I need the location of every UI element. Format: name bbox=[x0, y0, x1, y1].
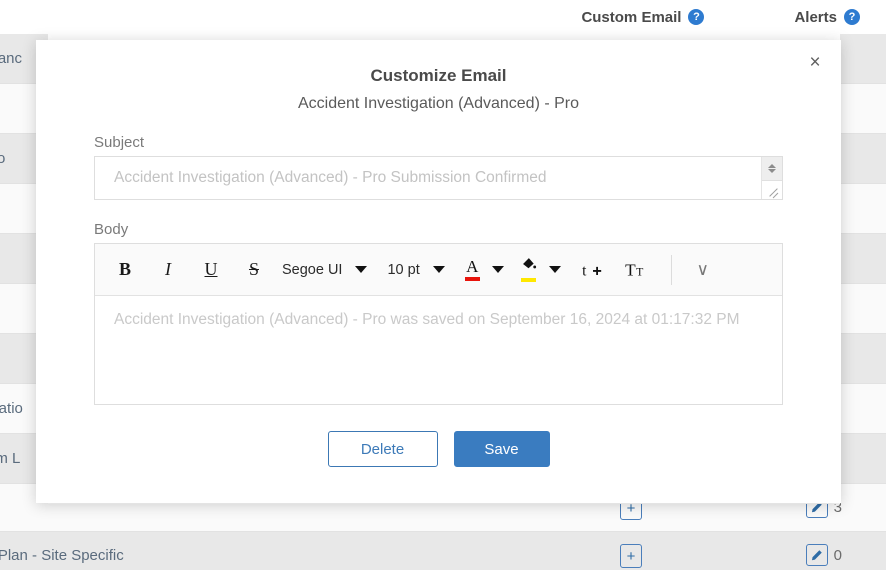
strikethrough-icon[interactable]: S bbox=[239, 253, 269, 287]
body-field-block: Body B I U S Segoe UI 10 pt A t T T ∨ Ac… bbox=[94, 221, 783, 405]
topbar-label-custom-email: Custom Email bbox=[581, 8, 682, 26]
close-icon[interactable]: × bbox=[802, 49, 828, 75]
toolbar-divider bbox=[670, 254, 672, 285]
chevron-down-icon bbox=[548, 266, 561, 273]
save-button[interactable]: Save bbox=[453, 431, 550, 467]
subject-input[interactable] bbox=[95, 157, 782, 199]
svg-text:t: t bbox=[582, 262, 587, 279]
text-color-icon: A bbox=[464, 257, 480, 281]
caret-down-icon bbox=[768, 169, 776, 173]
background-topbar: Custom Email ? Alerts ? bbox=[0, 0, 886, 34]
toolbar-expand-chevron-icon[interactable]: ∨ bbox=[688, 253, 718, 287]
body-editor-content[interactable]: Accident Investigation (Advanced) - Pro … bbox=[95, 296, 782, 404]
table-row-label: ol Plan - Site Specific bbox=[0, 547, 124, 564]
edit-count: 0 bbox=[833, 546, 842, 564]
rich-text-editor: B I U S Segoe UI 10 pt A t T T ∨ Acciden… bbox=[94, 243, 783, 405]
spinner-arrows-icon[interactable] bbox=[762, 157, 782, 181]
subject-input-wrapper bbox=[94, 156, 783, 200]
modal-title: Customize Email bbox=[370, 66, 507, 85]
modal-actions: Delete Save bbox=[36, 431, 841, 467]
underline-icon[interactable]: U bbox=[196, 253, 226, 287]
font-size-value: 10 pt bbox=[387, 261, 420, 278]
chevron-down-icon bbox=[491, 266, 504, 273]
highlight-glyph bbox=[520, 257, 537, 276]
highlight-icon bbox=[520, 257, 537, 282]
text-color-picker[interactable]: A bbox=[464, 253, 504, 287]
table-row[interactable]: ol Plan - Site Specific + 0 bbox=[0, 532, 886, 570]
italic-icon[interactable]: I bbox=[153, 253, 183, 287]
font-family-value: Segoe UI bbox=[282, 261, 343, 278]
topbar-item-alerts[interactable]: Alerts ? bbox=[794, 9, 860, 26]
table-row-label: gnatio bbox=[0, 400, 23, 417]
caret-up-icon bbox=[768, 164, 776, 168]
delete-button[interactable]: Delete bbox=[327, 431, 438, 467]
add-row-button[interactable]: + bbox=[620, 544, 642, 568]
highlight-color-swatch bbox=[520, 278, 536, 282]
bold-icon[interactable]: B bbox=[110, 253, 140, 287]
chevron-down-icon bbox=[432, 266, 445, 273]
edit-cell[interactable]: 0 bbox=[805, 544, 842, 566]
table-row-label: dvanc bbox=[0, 50, 23, 67]
help-circle-icon[interactable]: ? bbox=[844, 9, 860, 25]
table-row-label: Pro bbox=[0, 150, 6, 167]
subject-label: Subject bbox=[94, 134, 145, 151]
body-label: Body bbox=[94, 221, 129, 238]
text-color-swatch bbox=[464, 277, 480, 281]
resize-grip-icon[interactable] bbox=[762, 181, 782, 199]
page-root: Custom Email ? Alerts ? dvanc Pro og ort bbox=[0, 0, 886, 570]
editor-toolbar: B I U S Segoe UI 10 pt A t T T ∨ bbox=[95, 244, 782, 296]
help-circle-icon[interactable]: ? bbox=[688, 9, 705, 25]
topbar-item-custom-email[interactable]: Custom Email ? bbox=[581, 8, 705, 26]
svg-text:T: T bbox=[625, 260, 636, 279]
chevron-down-icon bbox=[355, 266, 368, 273]
subject-field-block: Subject bbox=[94, 134, 783, 200]
decrease-font-size-icon[interactable]: T T bbox=[621, 253, 653, 287]
font-family-select[interactable]: Segoe UI bbox=[282, 253, 368, 287]
subject-spinner[interactable] bbox=[761, 157, 782, 199]
modal-subtitle: Accident Investigation (Advanced) - Pro bbox=[297, 95, 580, 112]
text-color-glyph: A bbox=[466, 257, 479, 276]
highlight-color-picker[interactable] bbox=[520, 253, 561, 287]
increase-font-size-icon[interactable]: t bbox=[577, 253, 609, 287]
customize-email-modal: × Customize Email Accident Investigation… bbox=[36, 40, 841, 503]
table-row-label: ram L bbox=[0, 450, 21, 467]
pencil-icon[interactable] bbox=[805, 544, 828, 566]
font-size-select[interactable]: 10 pt bbox=[387, 253, 445, 287]
svg-text:T: T bbox=[636, 264, 644, 278]
topbar-label-alerts: Alerts bbox=[794, 8, 837, 26]
